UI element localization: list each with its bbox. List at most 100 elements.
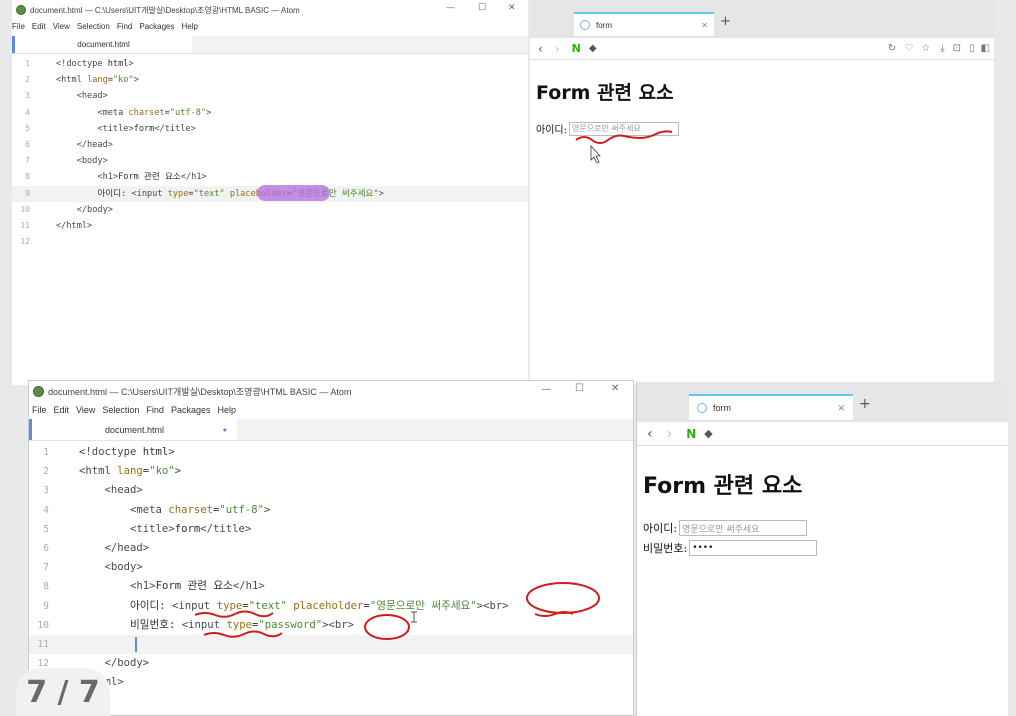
new-tab-icon[interactable]: + <box>720 14 731 29</box>
id-input[interactable]: 영문으로만 써주세요 <box>679 520 808 536</box>
menu-item-find[interactable]: Find <box>146 405 164 415</box>
bookmark-star-icon[interactable]: ☆ <box>921 43 930 54</box>
code-line[interactable]: 1 <!doctype html> <box>12 56 528 72</box>
code-text: 비밀번호: <input type="password"><br> <box>79 618 355 631</box>
screenshot-icon[interactable]: ⊡ <box>953 43 961 54</box>
extension-icon[interactable]: ◆ <box>589 43 597 54</box>
menu-item-view[interactable]: View <box>53 22 70 31</box>
back-icon[interactable]: ‹ <box>538 42 543 56</box>
code-line[interactable]: 3 <head> <box>29 481 633 500</box>
line-number: 7 <box>43 562 49 574</box>
menu-item-packages[interactable]: Packages <box>171 405 211 415</box>
download-icon[interactable]: ⤓ <box>940 43 944 54</box>
new-tab-icon[interactable]: + <box>859 396 871 412</box>
maximize-icon[interactable]: ☐ <box>575 383 584 394</box>
code-line[interactable]: 6 </head> <box>29 539 633 558</box>
code-line[interactable]: 8 <h1>Form 관련 요소</h1> <box>12 169 528 185</box>
code-line[interactable]: 12 </body> <box>29 654 633 673</box>
code-text: <html lang="ko"> <box>79 465 182 478</box>
tab-loading-icon <box>697 403 707 413</box>
menu-item-find[interactable]: Find <box>117 22 133 31</box>
id-field-row: 아이디: 영문으로만 써주세요 <box>643 520 1008 536</box>
code-line[interactable]: 2 <html lang="ko"> <box>29 462 633 481</box>
code-text: <h1>Form 관련 요소</h1> <box>97 172 207 183</box>
menu-item-edit[interactable]: Edit <box>54 405 70 415</box>
id-label: 아이디: <box>643 522 678 535</box>
line-number: 11 <box>37 638 49 650</box>
bottom-editor-code[interactable]: 1 <!doctype html> 2 <html lang="ko"> 3 <head… <box>29 443 633 692</box>
code-line[interactable]: 10 비밀번호: <input type="password"><br> <box>29 616 633 635</box>
code-line[interactable]: 13</html> <box>29 673 633 692</box>
top-browser-tabstrip: form ✕ + <box>530 0 994 38</box>
code-line[interactable]: 7 <body> <box>12 153 528 169</box>
tab-close-icon[interactable]: ✕ <box>837 403 845 414</box>
forward-icon[interactable]: › <box>667 426 673 442</box>
menu-item-selection[interactable]: Selection <box>77 22 110 31</box>
minimize-icon[interactable]: — <box>446 3 455 13</box>
line-number: 3 <box>43 485 49 497</box>
id-input[interactable]: 영문으로만 써주세요 <box>568 121 679 136</box>
pw-label: 비밀번호: <box>643 542 688 555</box>
top-editor-code[interactable]: 1 <!doctype html> 2 <html lang="ko"> 3 <head… <box>12 56 528 250</box>
bottom-editor-tabbar: document.html • <box>29 419 633 441</box>
top-browser-navbar: ‹ › N ◆ ↻ ♡ ☆ ⤓ ⊡ ▯ ◧ <box>530 38 994 60</box>
menu-item-help[interactable]: Help <box>217 405 236 415</box>
library-icon[interactable]: ▯ <box>969 43 975 54</box>
close-icon[interactable]: ✕ <box>611 383 619 394</box>
bottom-browser-tabstrip: form ✕ + <box>637 382 1008 422</box>
code-line[interactable]: 9 아이디: <input type="text" placeholder="영… <box>12 185 528 202</box>
bottom-editor-tab-document[interactable]: document.html • <box>29 419 237 440</box>
code-line[interactable]: 11 <box>29 634 633 655</box>
code-line[interactable]: 8 <h1>Form 관련 요소</h1> <box>29 577 633 596</box>
code-text: <head> <box>104 484 143 497</box>
atom-logo-icon <box>16 5 26 15</box>
maximize-icon[interactable]: ☐ <box>478 3 486 13</box>
code-line[interactable]: 4 <meta charset="utf-8"> <box>29 501 633 520</box>
forward-icon[interactable]: › <box>555 42 560 56</box>
code-line[interactable]: 4 <meta charset="utf-8"> <box>12 105 528 121</box>
menu-item-packages[interactable]: Packages <box>139 22 174 31</box>
code-line[interactable]: 5 <title>form</title> <box>29 520 633 539</box>
code-line[interactable]: 3 <head> <box>12 88 528 104</box>
bottom-browser-tab[interactable]: form ✕ <box>689 394 853 420</box>
line-number: 7 <box>25 156 30 166</box>
code-text: <meta charset="utf-8"> <box>130 503 271 516</box>
code-line[interactable]: 5 <title>form</title> <box>12 121 528 137</box>
code-text: <head> <box>76 91 108 102</box>
code-line[interactable]: 7 <body> <box>29 558 633 577</box>
line-number: 1 <box>43 447 49 458</box>
menu-item-selection[interactable]: Selection <box>102 405 139 415</box>
menu-item-file[interactable]: File <box>32 405 47 415</box>
minimize-icon[interactable]: — <box>541 384 551 395</box>
pw-input[interactable]: •••• <box>689 540 818 556</box>
naver-icon[interactable]: N <box>572 42 581 55</box>
menu-item-file[interactable]: File <box>12 22 25 31</box>
top-editor-tab-document[interactable]: document.html <box>12 36 192 53</box>
line-number: 11 <box>20 220 30 230</box>
line-number: 6 <box>43 542 49 554</box>
code-line[interactable]: 6 </head> <box>12 137 528 153</box>
back-icon[interactable]: ‹ <box>647 426 653 442</box>
pocket-icon[interactable]: ♡ <box>904 43 913 54</box>
menu-item-view[interactable]: View <box>76 405 95 415</box>
menu-item-help[interactable]: Help <box>182 22 198 31</box>
code-line[interactable]: 10 </body> <box>12 202 528 218</box>
tab-close-icon[interactable]: ✕ <box>701 21 708 30</box>
bottom-editor-menubar: File Edit View Selection Find Packages Help <box>29 405 633 415</box>
code-line[interactable]: 1 <!doctype html> <box>29 443 633 462</box>
top-browser-tab[interactable]: form ✕ <box>574 12 714 36</box>
code-line[interactable]: 2 <html lang="ko"> <box>12 72 528 88</box>
line-number: 4 <box>25 107 30 117</box>
extension-icon[interactable]: ◆ <box>704 427 712 440</box>
sidebar-icon[interactable]: ◧ <box>981 43 990 54</box>
refresh-icon[interactable]: ↻ <box>888 43 896 54</box>
menu-item-edit[interactable]: Edit <box>32 22 46 31</box>
top-browser-page: Form 관련 요소 아이디: 영문으로만 써주세요 <box>530 78 994 136</box>
naver-icon[interactable]: N <box>686 427 696 441</box>
close-icon[interactable]: ✕ <box>508 3 516 13</box>
code-line[interactable]: 9 아이디: <input type="text" placeholder="영… <box>29 597 633 616</box>
code-line[interactable]: 11 </html> <box>12 218 528 234</box>
code-line[interactable]: 12 <box>12 234 528 250</box>
atom-logo-icon <box>33 385 44 397</box>
line-number: 8 <box>43 581 49 593</box>
